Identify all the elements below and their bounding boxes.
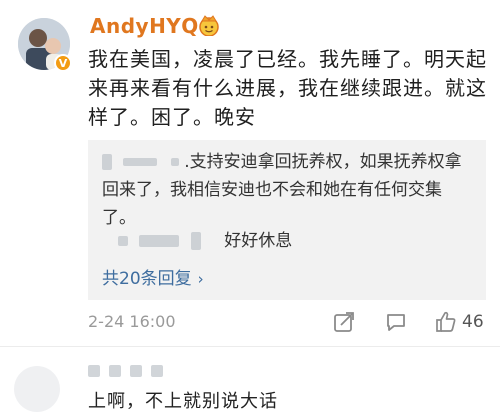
like-icon[interactable] [434,310,458,334]
redacted-username [118,236,128,246]
comment-text: 上啊，不上就别说大话 [88,391,278,412]
reply-preview-box[interactable]: .支持安迪拿回抚养权，如果抚养权拿回来了，我相信安迪也不会和她在有任何交集了。 … [88,140,486,300]
redacted-username [139,235,180,247]
crown-emoji-icon [199,15,219,36]
post-text: 我在美国，凌晨了已经。我先睡了。明天起来再来看有什么进展，我在继续跟进。就这样了… [88,47,487,129]
comment-icon[interactable] [384,310,408,334]
divider [0,346,500,347]
reply-item: 好好休息 [118,226,292,251]
redacted-username [190,232,201,250]
redacted-username [170,158,179,166]
redacted-username [102,154,112,170]
more-replies-link[interactable]: 共20条回复 › [102,264,204,289]
more-replies-label: 共20条回复 [102,269,192,289]
commenter-avatar[interactable] [14,366,60,412]
timestamp: 2-24 16:00 [88,312,176,331]
reply-item: .支持安迪拿回抚养权，如果抚养权拿回来了，我相信安迪也不会和她在有任何交集了。 [102,148,474,232]
share-icon[interactable] [332,310,356,334]
username[interactable]: AndyHYQ [90,14,199,38]
like-count: 46 [462,312,484,332]
redacted-commenter-name [88,360,164,379]
reply-text: 好好休息 [224,231,293,251]
redacted-username [123,158,158,166]
verified-badge: V [54,54,72,72]
chevron-right-icon: › [197,270,204,288]
